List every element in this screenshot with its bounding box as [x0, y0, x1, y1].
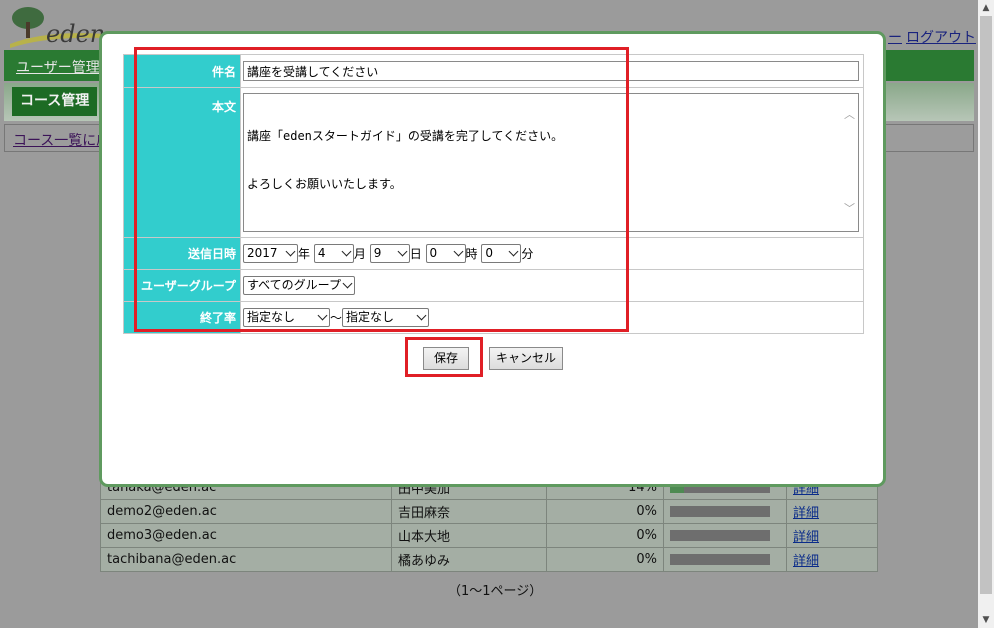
- user-email: tachibana@eden.ac: [100, 547, 392, 572]
- scroll-up-icon[interactable]: ▲: [978, 0, 994, 16]
- textarea-scrollbar[interactable]: ︿ ﹀: [841, 94, 858, 231]
- detail-cell: 詳細: [786, 499, 878, 524]
- user-name: 山本大地: [391, 523, 547, 548]
- user-email: demo3@eden.ac: [100, 523, 392, 548]
- progress-bar: [670, 506, 770, 517]
- detail-link[interactable]: 詳細: [793, 554, 819, 569]
- page-scrollbar[interactable]: ▲ ▼: [978, 0, 994, 628]
- progress-cell: [663, 523, 787, 548]
- completion-rate: 0%: [546, 499, 664, 524]
- scroll-thumb[interactable]: [980, 16, 992, 594]
- progress-cell: [663, 499, 787, 524]
- user-progress-table: tanaka@eden.ac 田中美加 14% 詳細 demo2@eden.ac 吉田麻奈…: [100, 475, 878, 572]
- user-name: 橘あゆみ: [391, 547, 547, 572]
- detail-cell: 詳細: [786, 547, 878, 572]
- detail-cell: 詳細: [786, 523, 878, 548]
- progress-bar: [670, 530, 770, 541]
- scroll-down-icon[interactable]: ▼: [978, 612, 994, 628]
- user-name: 吉田麻奈: [391, 499, 547, 524]
- logout-link[interactable]: ログアウト: [906, 27, 976, 47]
- top-link-dash[interactable]: ー: [888, 27, 902, 47]
- chevron-down-icon[interactable]: ﹀: [843, 202, 856, 215]
- save-button-highlight-box: [405, 337, 483, 377]
- completion-rate: 0%: [546, 523, 664, 548]
- tab-course-management[interactable]: コース管理: [12, 87, 98, 116]
- cancel-button[interactable]: キャンセル: [489, 347, 563, 370]
- detail-link[interactable]: 詳細: [793, 530, 819, 545]
- form-highlight-box: [134, 47, 629, 332]
- progress-cell: [663, 547, 787, 572]
- logo-text: eden: [46, 20, 106, 48]
- table-row: demo2@eden.ac 吉田麻奈 0% 詳細: [100, 499, 878, 524]
- nav-item-user-management[interactable]: ユーザー管理: [16, 57, 100, 77]
- pagination-text: （1〜1ページ）: [448, 584, 543, 599]
- detail-link[interactable]: 詳細: [793, 506, 819, 521]
- chevron-up-icon[interactable]: ︿: [843, 108, 856, 121]
- user-email: demo2@eden.ac: [100, 499, 392, 524]
- progress-bar: [670, 554, 770, 565]
- back-to-course-list-link[interactable]: コース一覧に戻: [13, 130, 110, 150]
- table-row: tachibana@eden.ac 橘あゆみ 0% 詳細: [100, 547, 878, 572]
- table-row: demo3@eden.ac 山本大地 0% 詳細: [100, 523, 878, 548]
- completion-rate: 0%: [546, 547, 664, 572]
